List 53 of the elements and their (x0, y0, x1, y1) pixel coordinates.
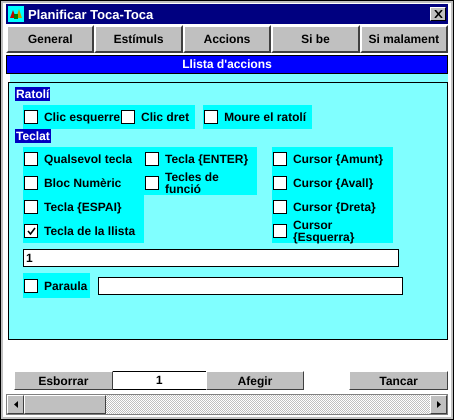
app-icon (8, 6, 24, 22)
tab-button[interactable]: Si malament (360, 25, 448, 53)
right-arrow-icon (436, 401, 440, 408)
scroll-right-button[interactable] (430, 395, 447, 414)
horizontal-scrollbar[interactable] (6, 394, 448, 415)
checkbox-label: Tecla de la llista (44, 225, 136, 237)
checkbox-label: Clic dret (141, 111, 190, 123)
checkbox-label: Tecla {ESPAI} (44, 201, 122, 213)
checkbox-label: Cursor {Dreta} (293, 201, 376, 213)
checkbox[interactable] (121, 110, 136, 124)
key-list-field[interactable]: 1 (23, 249, 399, 267)
counter-field: 1 (112, 371, 206, 390)
tab-button[interactable]: Accions (182, 25, 272, 53)
checkbox-label: Paraula (44, 280, 88, 292)
tab-button[interactable]: Si be (271, 25, 360, 53)
check-icon (26, 226, 36, 236)
tab-button[interactable]: Estímuls (94, 25, 183, 53)
checkbox[interactable] (204, 110, 218, 124)
section-label: Ratolí (15, 87, 50, 101)
checkbox[interactable] (273, 176, 287, 190)
section-header: Llista d'accions (6, 55, 448, 74)
window-title: Planificar Toca-Toca (28, 6, 154, 22)
checkbox-label: Cursor {Amunt} (293, 153, 384, 165)
close-dialog-button[interactable]: Tancar (349, 371, 448, 390)
checkbox[interactable] (24, 152, 38, 166)
checkbox[interactable] (273, 200, 287, 214)
close-icon (434, 10, 442, 18)
left-arrow-icon (14, 401, 18, 408)
scroll-thumb[interactable] (24, 395, 106, 414)
delete-button[interactable]: Esborrar (14, 371, 113, 390)
checkbox-label: Clic esquerre (44, 111, 120, 123)
word-field[interactable] (98, 276, 404, 294)
checkbox-label: Moure el ratolí (224, 111, 306, 123)
checkbox-label: Cursor {Esquerra} (293, 219, 356, 243)
checkbox-label: Qualsevol tecla (44, 153, 132, 165)
checkbox[interactable] (24, 224, 38, 238)
tab-button[interactable]: General (6, 25, 94, 53)
checkbox[interactable] (24, 200, 38, 214)
checkbox-label: Bloc Numèric (44, 177, 122, 189)
checkbox[interactable] (145, 176, 159, 190)
checkbox[interactable] (24, 176, 38, 190)
checkbox[interactable] (24, 110, 38, 124)
add-button[interactable]: Afegir (206, 371, 304, 390)
checkbox-label: Tecla {ENTER} (165, 153, 248, 165)
checkbox[interactable] (273, 224, 287, 238)
checkbox[interactable] (273, 152, 287, 166)
scroll-left-button[interactable] (7, 395, 24, 414)
checkbox-label: Cursor {Avall} (293, 177, 374, 189)
close-button[interactable] (430, 7, 446, 21)
checkbox[interactable] (24, 278, 38, 292)
checkbox-label: Tecles de funció (165, 171, 220, 195)
checkbox[interactable] (145, 152, 159, 166)
section-label: Teclat (15, 129, 51, 143)
